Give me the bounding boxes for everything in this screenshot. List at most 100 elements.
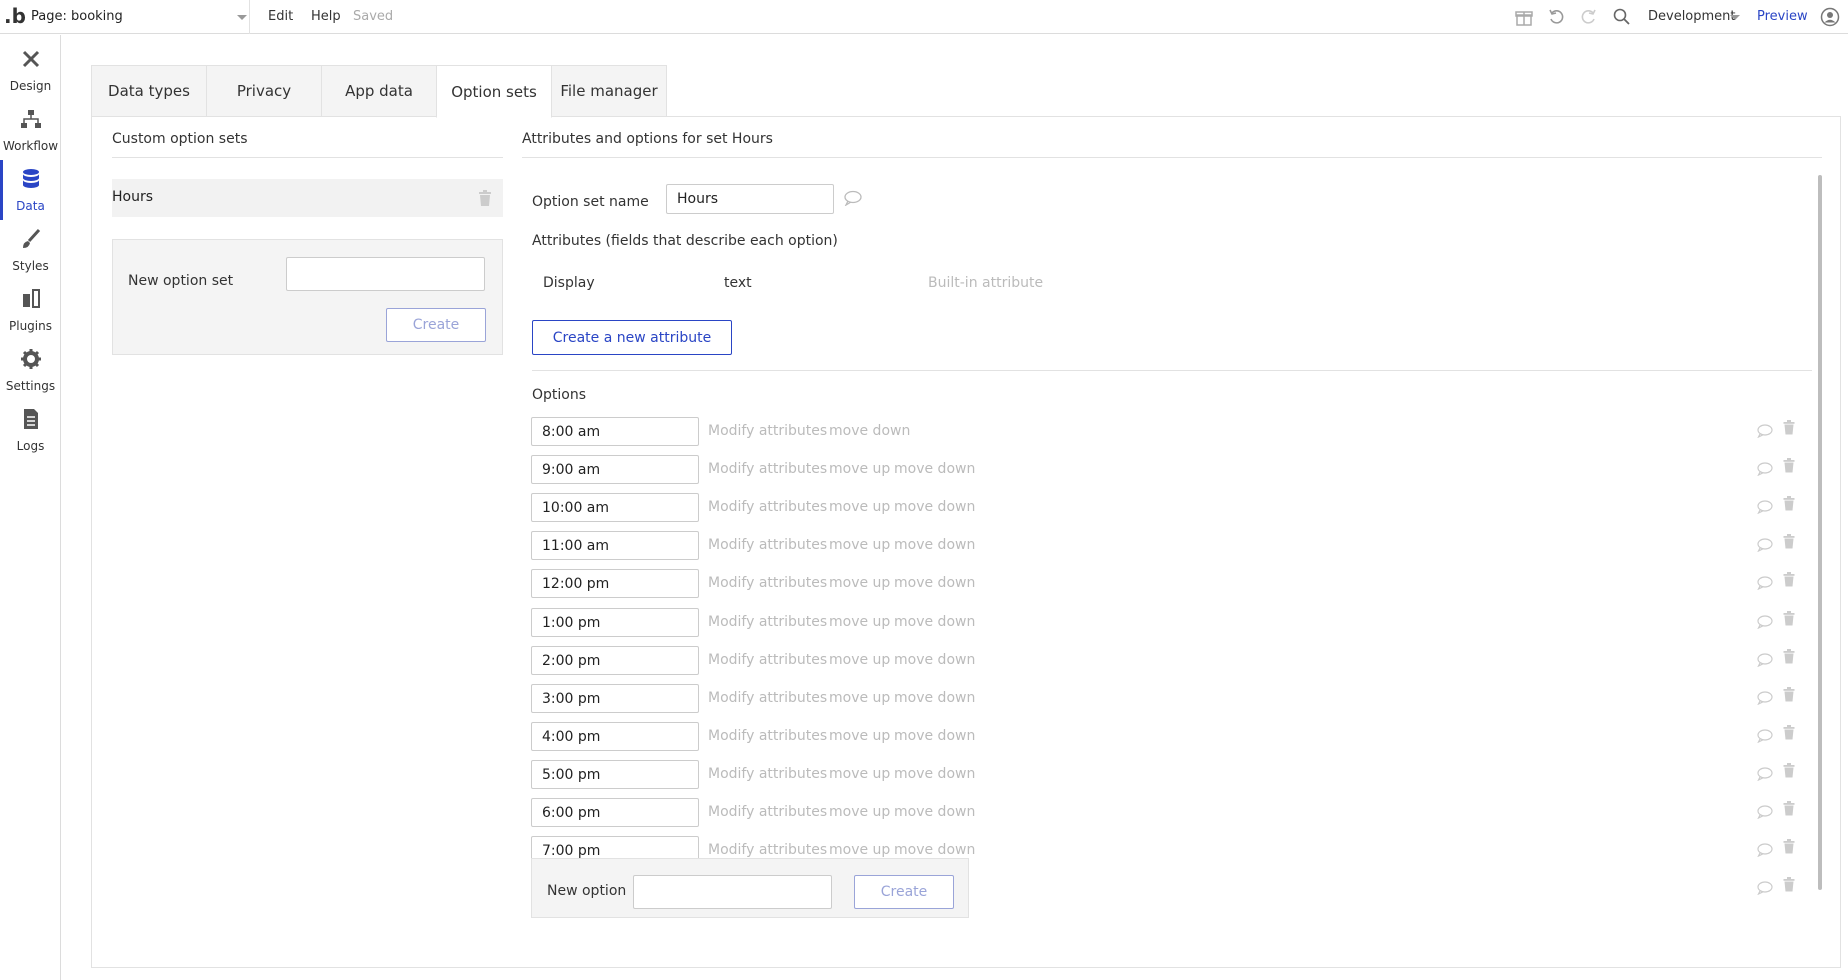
nav-settings[interactable]: Settings [0, 340, 61, 400]
move-down-link[interactable]: move down [894, 499, 975, 515]
option-value-input[interactable]: 10:00 am [531, 493, 699, 523]
trash-icon[interactable] [1783, 420, 1795, 435]
nav-workflow[interactable]: Workflow [0, 100, 61, 160]
environment-selector[interactable]: Development [1648, 9, 1736, 24]
option-value-input[interactable]: 6:00 pm [531, 798, 699, 827]
comment-icon[interactable] [1757, 537, 1773, 553]
trash-icon[interactable] [1783, 610, 1795, 626]
comment-icon[interactable] [1757, 614, 1773, 629]
move-down-link[interactable]: move down [894, 614, 975, 630]
create-option-set-button[interactable]: Create [386, 308, 486, 342]
move-up-link[interactable]: move up [829, 766, 890, 782]
modify-attributes-link[interactable]: Modify attributes [708, 461, 827, 477]
modify-attributes-link[interactable]: Modify attributes [708, 728, 827, 744]
option-value-input[interactable]: 2:00 pm [531, 645, 699, 675]
option-value-input[interactable]: 11:00 am [531, 531, 699, 561]
tab-app-data[interactable]: App data [321, 65, 437, 117]
modify-attributes-link[interactable]: Modify attributes [708, 499, 827, 515]
menu-edit[interactable]: Edit [268, 9, 293, 24]
option-set-item[interactable]: Hours [112, 179, 503, 217]
modify-attributes-link[interactable]: Modify attributes [708, 575, 827, 591]
trash-icon[interactable] [1783, 839, 1795, 854]
move-up-link[interactable]: move up [829, 652, 890, 668]
comment-icon[interactable] [1757, 766, 1773, 782]
create-option-button[interactable]: Create [854, 875, 954, 909]
move-down-link[interactable]: move down [894, 728, 975, 744]
gift-icon[interactable] [1514, 7, 1534, 27]
trash-icon[interactable] [1783, 648, 1795, 664]
comment-icon[interactable] [1757, 842, 1773, 858]
trash-icon[interactable] [1783, 572, 1795, 587]
nav-logs[interactable]: Logs [0, 400, 61, 460]
move-up-link[interactable]: move up [829, 614, 890, 630]
move-down-link[interactable]: move down [894, 575, 975, 591]
bubble-logo[interactable]: .b [4, 4, 26, 28]
move-down-link[interactable]: move down [894, 804, 975, 820]
tab-option-sets[interactable]: Option sets [436, 65, 552, 118]
move-down-link[interactable]: move down [829, 423, 910, 439]
preview-link[interactable]: Preview [1757, 9, 1808, 24]
tab-data-types[interactable]: Data types [91, 65, 207, 117]
trash-icon[interactable] [1783, 458, 1795, 473]
redo-icon[interactable] [1578, 7, 1598, 27]
nav-design[interactable]: Design [0, 40, 61, 100]
move-down-link[interactable]: move down [894, 766, 975, 782]
option-value-input[interactable]: 8:00 am [531, 417, 699, 446]
scrollbar[interactable] [1818, 175, 1822, 890]
comment-icon[interactable] [1757, 423, 1773, 439]
trash-icon[interactable] [1783, 496, 1795, 511]
move-up-link[interactable]: move up [829, 804, 890, 820]
trash-icon[interactable] [1783, 877, 1795, 892]
tab-privacy[interactable]: Privacy [206, 65, 322, 117]
trash-icon[interactable] [1783, 801, 1795, 816]
option-value-input[interactable]: 4:00 pm [531, 721, 699, 751]
menu-help[interactable]: Help [311, 9, 341, 24]
trash-icon[interactable] [1783, 686, 1795, 702]
comment-icon[interactable] [1757, 804, 1773, 820]
option-value-input[interactable]: 3:00 pm [531, 683, 699, 713]
option-value-input[interactable]: 5:00 pm [531, 759, 699, 789]
option-value-input[interactable]: 1:00 pm [531, 607, 699, 637]
modify-attributes-link[interactable]: Modify attributes [708, 690, 827, 706]
move-up-link[interactable]: move up [829, 537, 890, 553]
modify-attributes-link[interactable]: Modify attributes [708, 766, 827, 782]
user-icon[interactable] [1820, 7, 1840, 27]
modify-attributes-link[interactable]: Modify attributes [708, 614, 827, 630]
move-down-link[interactable]: move down [894, 690, 975, 706]
option-value-input[interactable]: 9:00 am [531, 455, 699, 485]
create-attribute-button[interactable]: Create a new attribute [532, 320, 732, 355]
nav-data[interactable]: Data [0, 160, 61, 220]
move-down-link[interactable]: move down [894, 537, 975, 553]
option-value-input[interactable]: 12:00 pm [531, 569, 699, 599]
comment-icon[interactable] [1757, 652, 1773, 667]
comment-icon[interactable] [844, 190, 862, 207]
move-up-link[interactable]: move up [829, 499, 890, 515]
search-icon[interactable] [1612, 7, 1632, 27]
comment-icon[interactable] [1757, 575, 1773, 591]
trash-icon[interactable] [1783, 534, 1795, 549]
comment-icon[interactable] [1757, 499, 1773, 515]
modify-attributes-link[interactable]: Modify attributes [708, 842, 827, 858]
new-option-set-input[interactable] [286, 257, 485, 291]
move-down-link[interactable]: move down [894, 842, 975, 858]
page-selector[interactable]: Page: booking [31, 0, 250, 34]
comment-icon[interactable] [1757, 728, 1773, 744]
modify-attributes-link[interactable]: Modify attributes [708, 652, 827, 668]
nav-plugins[interactable]: Plugins [0, 280, 61, 340]
move-down-link[interactable]: move down [894, 461, 975, 477]
comment-icon[interactable] [1757, 880, 1773, 896]
comment-icon[interactable] [1757, 690, 1773, 706]
move-up-link[interactable]: move up [829, 842, 890, 858]
new-option-input[interactable] [633, 875, 832, 909]
move-up-link[interactable]: move up [829, 728, 890, 744]
move-down-link[interactable]: move down [894, 652, 975, 668]
trash-icon[interactable] [478, 190, 492, 206]
modify-attributes-link[interactable]: Modify attributes [708, 804, 827, 820]
tab-file-manager[interactable]: File manager [551, 65, 667, 117]
move-up-link[interactable]: move up [829, 575, 890, 591]
modify-attributes-link[interactable]: Modify attributes [708, 423, 827, 439]
move-up-link[interactable]: move up [829, 461, 890, 477]
undo-icon[interactable] [1547, 7, 1567, 27]
modify-attributes-link[interactable]: Modify attributes [708, 537, 827, 553]
nav-styles[interactable]: Styles [0, 220, 61, 280]
